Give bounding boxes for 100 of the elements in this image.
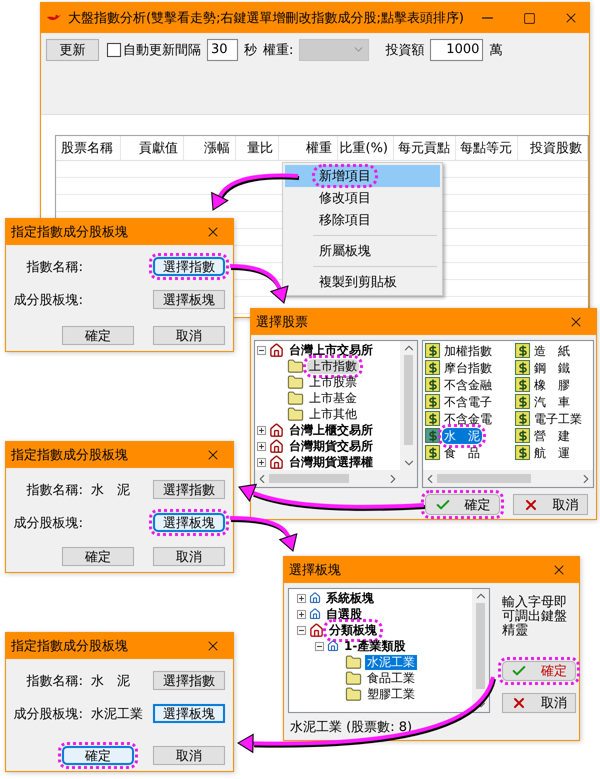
weight-label: 權重:	[263, 42, 294, 58]
tree-item[interactable]: 1-產業類股	[342, 638, 408, 654]
cancel-button[interactable]: 取消	[153, 326, 225, 345]
horizontal-scrollbar[interactable]	[423, 470, 593, 487]
cancel-button[interactable]: 取消	[153, 746, 225, 765]
expand-icon[interactable]	[297, 610, 306, 618]
column-header[interactable]: 量比	[236, 136, 279, 160]
expand-icon[interactable]	[297, 594, 306, 602]
list-item[interactable]: 不含電子	[442, 394, 494, 410]
tree-item[interactable]: 自選股	[324, 606, 364, 622]
collapse-icon[interactable]	[297, 626, 306, 634]
cancel-button[interactable]: 取消	[153, 547, 225, 566]
dollar-icon	[515, 445, 530, 460]
list-item[interactable]: 水 泥	[442, 428, 482, 444]
field-label: 成分股板塊:	[12, 706, 83, 722]
menu-item[interactable]: 所屬板塊	[285, 240, 440, 262]
column-header[interactable]: 比重(%)	[338, 136, 394, 160]
list-item[interactable]: 電子工業	[532, 410, 584, 426]
refresh-button[interactable]: 更新	[46, 38, 99, 60]
column-header[interactable]: 權重	[279, 136, 338, 160]
tree-item[interactable]: 上市其他	[307, 406, 359, 422]
list-item[interactable]: 加權指數	[442, 342, 494, 358]
select-button[interactable]: 選擇指數	[153, 480, 225, 499]
tree-item[interactable]: 台灣期貨選擇權	[287, 454, 375, 470]
field-label: 成分股板塊:	[12, 514, 83, 532]
investment-label: 投資額	[385, 42, 424, 58]
list-item[interactable]: 鋼 鐵	[532, 360, 572, 376]
column-header[interactable]: 每點等元	[456, 136, 518, 160]
dollar-icon	[515, 343, 530, 358]
column-header[interactable]: 投資股數	[518, 136, 588, 160]
collapse-icon[interactable]	[257, 346, 266, 354]
folder-icon	[287, 406, 304, 422]
tree-item[interactable]: 系統板塊	[324, 590, 376, 606]
folder-icon	[345, 686, 362, 702]
column-header[interactable]: 貢獻值	[121, 136, 184, 160]
collapse-icon[interactable]	[315, 642, 324, 650]
select-button[interactable]: 選擇板塊	[153, 290, 225, 309]
select-button[interactable]: 選擇指數	[153, 671, 225, 690]
hint-text: 輸入字母即可調出鍵盤精靈	[502, 596, 568, 638]
horizontal-scrollbar[interactable]	[255, 470, 400, 487]
tree-item[interactable]: 水泥工業	[365, 654, 417, 670]
list-item[interactable]: 不含金電	[442, 410, 494, 426]
dollar-icon	[425, 343, 440, 358]
list-item[interactable]: 摩台指數	[442, 360, 494, 376]
list-item[interactable]: 食 品	[442, 444, 482, 460]
dollar-icon	[425, 445, 440, 460]
field-value: 水 泥	[90, 482, 131, 498]
tree-item[interactable]: 塑膠工業	[365, 686, 417, 702]
investment-field[interactable]: 1000	[430, 38, 484, 60]
column-header[interactable]: 股票名稱	[56, 136, 121, 160]
column-header[interactable]: 漲幅	[184, 136, 236, 160]
list-item[interactable]: 橡 膠	[532, 376, 572, 392]
ok-button[interactable]: 確定	[62, 547, 134, 566]
checkbox-label: 自動更新間隔	[123, 42, 201, 58]
dialog-title: 指定指數成分股板塊	[11, 638, 129, 655]
list-item[interactable]: 不含金融	[442, 376, 494, 392]
folder-icon	[287, 374, 304, 390]
tree-item[interactable]: 台灣期貨交易所	[287, 438, 375, 454]
dollar-icon	[425, 360, 440, 375]
field-label: 指數名稱:	[26, 672, 83, 690]
tree-item[interactable]: 上市指數	[307, 358, 359, 374]
tree-item[interactable]: 上市股票	[307, 374, 359, 390]
menu-item[interactable]: 修改項目	[285, 187, 440, 209]
tree-item[interactable]: 上市基金	[307, 390, 359, 406]
folder-icon	[345, 654, 362, 670]
dialog-title: 指定指數成分股板塊	[11, 447, 129, 464]
tree-item[interactable]: 食品工業	[365, 670, 417, 686]
menu-item[interactable]: 移除項目	[285, 209, 440, 231]
unit-label: 萬	[489, 42, 502, 58]
arrow	[230, 264, 289, 304]
tree-item[interactable]: 台灣上櫃交易所	[287, 422, 375, 438]
window-title: 大盤指數分析(雙擊看走勢;右鍵選單增刪改指數成分股;點擊表頭排序)	[68, 10, 464, 27]
select-button[interactable]: 選擇板塊	[153, 704, 225, 723]
column-header[interactable]: 每元貢點	[394, 136, 456, 160]
list-item[interactable]: 航 運	[532, 444, 572, 460]
list-item[interactable]: 造 紙	[532, 342, 572, 358]
cancel-button[interactable]: 取消	[513, 494, 588, 515]
menu-item[interactable]: 複製到剪貼板	[285, 271, 440, 293]
unit-label: 秒	[244, 42, 257, 58]
vertical-scrollbar[interactable]	[472, 589, 489, 712]
cancel-button[interactable]: 取消	[502, 693, 576, 713]
dialog-title: 指定指數成分股板塊	[11, 224, 129, 241]
ok-button[interactable]: 確定	[62, 326, 134, 345]
expand-icon[interactable]	[257, 458, 266, 466]
dollar-icon	[425, 377, 440, 392]
field-label: 指數名稱:	[26, 482, 83, 498]
menu-item[interactable]: 新增項目	[285, 165, 440, 187]
interval-field[interactable]: 30	[207, 38, 238, 60]
expand-icon[interactable]	[257, 426, 266, 434]
house-icon	[309, 622, 324, 638]
field-value: 水 泥	[90, 672, 131, 690]
list-item[interactable]: 營 建	[532, 428, 572, 444]
list-item[interactable]: 汽 車	[532, 394, 572, 410]
house-icon	[269, 454, 284, 470]
checkbox[interactable]	[107, 42, 121, 56]
vertical-scrollbar[interactable]	[400, 341, 417, 470]
expand-icon[interactable]	[257, 442, 266, 450]
house-icon	[309, 592, 321, 604]
dollar-icon	[515, 428, 530, 443]
dialog-title: 選擇板塊	[289, 562, 342, 579]
